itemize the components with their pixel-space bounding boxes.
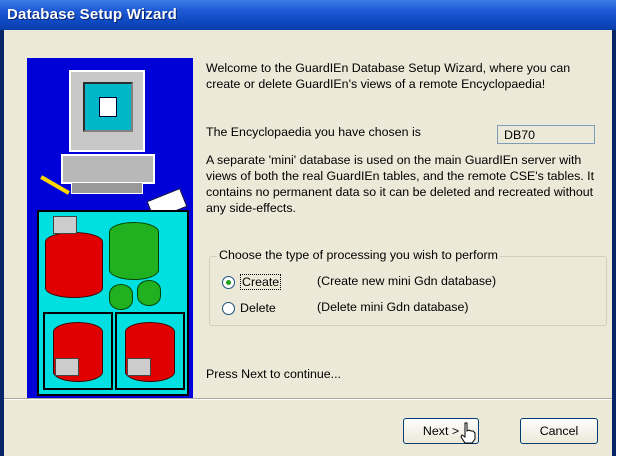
terminal-icon [127, 358, 151, 376]
hand-cursor-icon [460, 422, 476, 444]
red-database-icon [45, 232, 103, 298]
terminal-icon [55, 358, 79, 376]
intro-text: Welcome to the GuardIEn Database Setup W… [206, 61, 571, 91]
radio-circle-icon [222, 302, 235, 315]
terminal-icon [53, 216, 77, 234]
create-radio[interactable]: Create [222, 274, 302, 292]
delete-radio[interactable]: Delete [222, 300, 302, 318]
radio-selected-dot [226, 280, 231, 285]
create-description: (Create new mini Gdn database) [317, 274, 497, 288]
remote-site-left [43, 312, 113, 390]
create-radio-label: Create [240, 274, 282, 290]
delete-radio-label: Delete [240, 301, 276, 315]
monitor-icon [69, 70, 145, 152]
computer-stand-icon [71, 182, 143, 194]
encyclopaedia-label: The Encyclopaedia you have chosen is [206, 125, 421, 139]
small-green-database-icon [109, 284, 133, 310]
computer-base-icon [61, 154, 155, 184]
document-icon [99, 97, 117, 117]
radio-circle-icon [222, 276, 235, 289]
wizard-illustration [27, 58, 193, 398]
window-title: Database Setup Wizard [7, 6, 177, 23]
encyclopaedia-field: DB70 [497, 125, 595, 144]
button-separator [4, 398, 612, 400]
cancel-button[interactable]: Cancel [520, 418, 598, 444]
processing-legend: Choose the type of processing you wish t… [217, 248, 500, 262]
continue-prompt: Press Next to continue... [206, 367, 341, 381]
database-network-icon [37, 210, 189, 396]
monitor-screen [83, 82, 133, 132]
small-green-database-icon [137, 280, 161, 306]
green-database-icon [109, 222, 159, 280]
delete-description: (Delete mini Gdn database) [317, 300, 469, 314]
description-text: A separate 'mini' database is used on th… [206, 153, 595, 215]
title-bar[interactable]: Database Setup Wizard [0, 0, 616, 30]
remote-site-right [115, 312, 185, 390]
